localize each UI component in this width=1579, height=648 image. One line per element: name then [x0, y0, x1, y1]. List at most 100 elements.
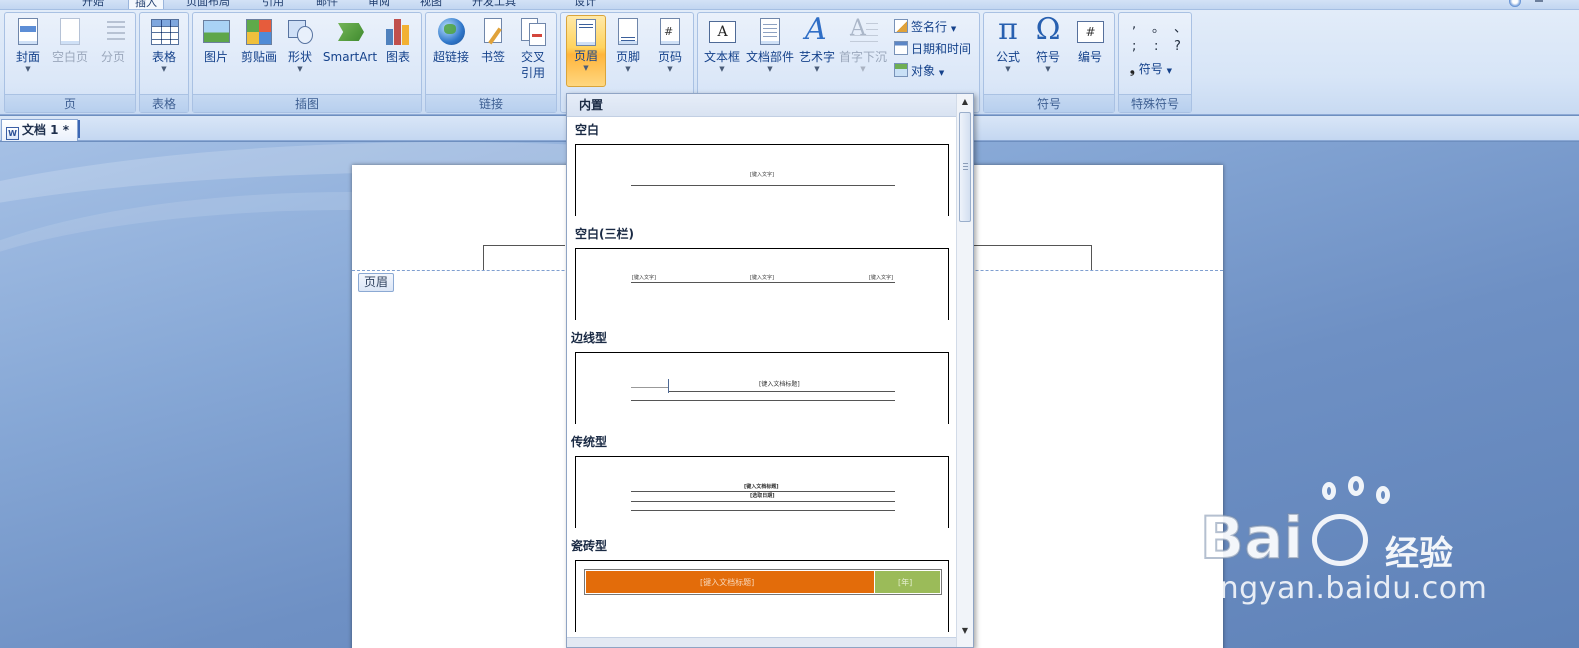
tab-references[interactable]: 引用 — [262, 0, 284, 9]
cover-page-icon — [13, 17, 43, 47]
chevron-down-icon: ▼ — [667, 65, 673, 73]
tab-developer[interactable]: 开发工具 — [472, 0, 516, 9]
chevron-down-icon: ▼ — [719, 65, 725, 73]
shapes-button[interactable]: 形状 ▼ — [283, 17, 317, 73]
hyperlink-button[interactable]: 超链接 — [430, 17, 472, 65]
preview-rule — [631, 185, 895, 186]
period-symbol-button[interactable]: 。 — [1152, 17, 1165, 36]
group-label-symbols: 符号 — [984, 94, 1114, 112]
chevron-down-icon: ▼ — [161, 65, 167, 73]
help-icon[interactable] — [1509, 0, 1521, 7]
group-label-special-symbols: 特殊符号 — [1119, 94, 1191, 112]
blank-page-button[interactable]: 空白页 — [49, 17, 91, 65]
page-number-button[interactable]: # 页码 ▼ — [651, 17, 689, 73]
object-button[interactable]: 对象 ▼ — [894, 61, 944, 81]
page-break-button[interactable]: 分页 — [95, 17, 131, 65]
shapes-icon — [285, 17, 315, 47]
preview-placeholder: [键入文字] — [632, 275, 656, 281]
chart-button[interactable]: 图表 — [381, 17, 415, 65]
chevron-down-icon: ▼ — [814, 65, 820, 73]
preview-tile-orange: [键入文档标题] — [586, 571, 874, 593]
gallery-item-title: 空白 — [575, 123, 600, 137]
chevron-down-icon: ▼ — [767, 65, 773, 73]
paw-icon — [1312, 514, 1368, 566]
numbering-button[interactable]: # 编号 — [1072, 17, 1108, 65]
symbol-button[interactable]: Ω 符号 ▼ — [1030, 12, 1066, 74]
gallery-footer-strip — [567, 637, 957, 647]
footer-icon — [613, 17, 643, 47]
cross-reference-icon — [518, 17, 548, 47]
quick-parts-button[interactable]: 文档部件 ▼ — [744, 17, 796, 73]
gallery-item-title: 空白(三栏) — [575, 227, 634, 241]
paw-icon — [1348, 476, 1364, 496]
gallery-item-blank-three-column[interactable]: [键入文字] [键入文字] [键入文字] — [575, 248, 949, 320]
equation-button[interactable]: π 公式 ▼ — [990, 12, 1026, 74]
question-symbol-button[interactable]: ? — [1174, 39, 1181, 54]
tab-insert[interactable]: 插入 — [128, 0, 164, 9]
document-tab[interactable]: W 文档 1 * — [1, 119, 78, 141]
chevron-down-icon: ▼ — [297, 65, 303, 73]
clip-art-button[interactable]: 剪贴画 — [237, 17, 281, 65]
chevron-down-icon: ▼ — [950, 25, 957, 33]
textbox-button[interactable]: A 文本框 ▼ — [702, 17, 742, 73]
header-button[interactable]: 页眉 ▼ — [566, 15, 606, 87]
signature-line-button[interactable]: 签名行 ▼ — [894, 17, 956, 37]
date-time-button[interactable]: 日期和时间 — [894, 39, 971, 59]
crop-mark — [974, 245, 1092, 246]
clip-art-icon — [244, 17, 274, 47]
signature-icon — [894, 19, 908, 33]
preview-placeholder: [键入文档标题] — [759, 381, 800, 388]
smartart-button[interactable]: SmartArt — [321, 17, 379, 65]
cross-reference-button[interactable]: 交叉 引用 — [514, 17, 552, 81]
preview-rule — [631, 400, 895, 401]
header-area-tag[interactable]: 页眉 — [358, 273, 395, 292]
gallery-item-title: 传统型 — [571, 435, 608, 449]
preview-rule — [631, 510, 895, 511]
tab-view[interactable]: 视图 — [420, 0, 442, 9]
semicolon-symbol-button[interactable]: ; — [1132, 39, 1136, 54]
chevron-down-icon: ▼ — [1005, 65, 1011, 73]
scroll-up-arrow-icon[interactable]: ▲ — [958, 96, 972, 108]
scroll-thumb[interactable] — [959, 112, 971, 222]
gallery-item-sideline[interactable]: [键入文档标题] — [575, 352, 949, 424]
header-gallery-dropdown: 内置 空白 [键入文字] 空白(三栏) [键入文字] [键入文字] [键入文字]… — [566, 93, 974, 648]
gallery-item-blank[interactable]: [键入文字] — [575, 144, 949, 216]
preview-rule — [631, 501, 895, 502]
wordart-button[interactable]: A 艺术字 ▼ — [798, 14, 836, 74]
tab-page-layout[interactable]: 页面布局 — [186, 0, 230, 9]
preview-tile-green: [年] — [875, 571, 940, 593]
gallery-item-traditional[interactable]: [键入文档标题] [选取日期] — [575, 456, 949, 528]
header-icon — [571, 16, 601, 46]
scroll-down-arrow-icon[interactable]: ▼ — [958, 625, 972, 637]
preview-placeholder: [键入文字] — [869, 275, 893, 281]
picture-button[interactable]: 图片 — [199, 17, 233, 65]
pi-icon: π — [998, 12, 1018, 47]
footer-button[interactable]: 页脚 ▼ — [609, 17, 647, 73]
omega-icon: Ω — [1035, 12, 1061, 47]
table-button[interactable]: 表格 ▼ — [147, 17, 181, 73]
cover-page-button[interactable]: 封面 ▼ — [11, 17, 45, 73]
preview-rule — [669, 391, 895, 392]
gallery-scrollbar[interactable]: ▲ ▼ — [956, 94, 973, 647]
preview-rule — [631, 387, 669, 388]
preview-placeholder: [键入文档标题] — [744, 484, 779, 490]
tab-home[interactable]: 开始 — [82, 0, 104, 9]
special-symbol-dropdown[interactable]: ❟ 符号 ▼ — [1130, 59, 1172, 79]
colon-symbol-button[interactable]: : — [1154, 39, 1158, 54]
quick-parts-icon — [755, 17, 785, 47]
enumeration-comma-button[interactable]: 、 — [1174, 17, 1187, 36]
textbox-icon: A — [707, 17, 737, 47]
chevron-down-icon: ▼ — [1166, 67, 1172, 75]
tab-mailings[interactable]: 邮件 — [316, 0, 338, 9]
minimize-ribbon-icon[interactable] — [1535, 0, 1543, 2]
gallery-item-title: 瓷砖型 — [571, 539, 608, 553]
tab-design[interactable]: 设计 — [574, 0, 596, 9]
comma-symbol-button[interactable]: , — [1132, 17, 1136, 32]
bookmark-button[interactable]: 书签 — [476, 17, 510, 65]
group-links: 超链接 书签 交叉 引用 链接 — [425, 12, 557, 113]
gallery-heading: 内置 — [567, 94, 957, 117]
bookmark-icon — [478, 17, 508, 47]
drop-cap-button[interactable]: A 首字下沉 ▼ — [838, 17, 888, 74]
gallery-item-tiles[interactable]: [键入文档标题] [年] — [575, 560, 949, 632]
tab-review[interactable]: 审阅 — [368, 0, 390, 9]
